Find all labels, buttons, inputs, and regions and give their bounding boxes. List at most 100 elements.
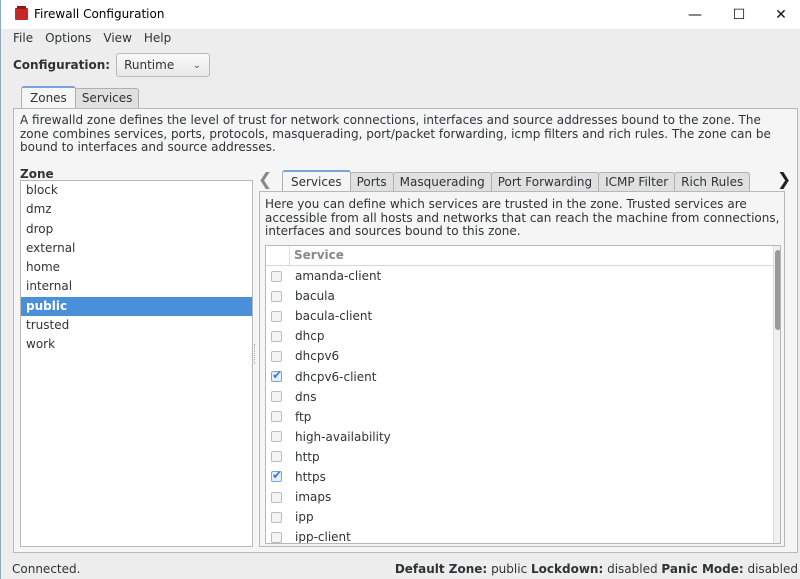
connection-status: Connected. — [12, 561, 81, 576]
service-name: dhcpv6-client — [295, 369, 377, 384]
status-bar: Connected. Default Zone: public Lockdown… — [1, 558, 800, 579]
service-name: amanda-client — [295, 269, 382, 284]
service-column-header[interactable]: Service — [266, 246, 780, 266]
configuration-value: Runtime — [124, 58, 175, 72]
zone-item-home[interactable]: home — [21, 258, 252, 277]
scrollbar-thumb[interactable] — [775, 250, 780, 330]
subtab-rich-rules[interactable]: Rich Rules — [674, 172, 751, 192]
subtab-icmp-filter[interactable]: ICMP Filter — [598, 172, 676, 192]
service-checkbox[interactable] — [271, 431, 282, 443]
tab-zones[interactable]: Zones — [21, 86, 76, 108]
service-checkbox[interactable] — [271, 391, 282, 403]
service-row[interactable]: bacula-client — [266, 306, 780, 326]
subtab-services[interactable]: Services — [282, 170, 351, 192]
service-row[interactable]: high-availability — [266, 427, 780, 447]
service-checkbox[interactable] — [271, 468, 282, 483]
zone-settings-tabs: Services Ports Masquerading Port Forward… — [282, 170, 751, 192]
firewall-config-window: Firewall Configuration — ☐ ✕ File Option… — [0, 0, 800, 579]
zone-item-block[interactable]: block — [21, 181, 252, 200]
service-row[interactable]: imaps — [266, 487, 780, 507]
chevron-left-icon[interactable]: ❮ — [258, 170, 272, 190]
services-scrollbar[interactable] — [773, 246, 780, 543]
service-name: bacula — [295, 289, 335, 304]
window-title: Firewall Configuration — [34, 7, 165, 21]
status-summary: Default Zone: public Lockdown: disabled … — [395, 562, 798, 576]
service-checkbox[interactable] — [271, 290, 282, 302]
service-name: dhcp — [295, 329, 325, 344]
firewall-app-icon — [15, 6, 28, 20]
lockdown-value: disabled — [607, 561, 658, 576]
zone-item-work[interactable]: work — [21, 335, 252, 354]
service-name: ipp-client — [295, 530, 351, 544]
zone-item-dmz[interactable]: dmz — [21, 200, 252, 219]
default-zone-label: Default Zone: — [394, 561, 488, 576]
service-checkbox[interactable] — [271, 330, 282, 342]
service-row[interactable]: bacula — [266, 286, 780, 306]
service-row[interactable]: amanda-client — [266, 266, 780, 286]
service-row[interactable]: http — [266, 447, 780, 467]
service-name: https — [295, 469, 326, 484]
service-row[interactable]: dns — [266, 387, 780, 407]
service-checkbox[interactable] — [271, 350, 282, 362]
service-name: dhcpv6 — [295, 349, 340, 364]
subtab-masquerading[interactable]: Masquerading — [392, 172, 492, 192]
service-row[interactable]: ipp-client — [266, 527, 780, 544]
service-row[interactable]: dhcpv6-client — [266, 366, 780, 386]
maximize-button[interactable]: ☐ — [717, 0, 761, 29]
menu-bar: File Options View Help — [1, 29, 177, 49]
service-name: imaps — [295, 490, 332, 505]
configuration-row: Configuration: Runtime ⌄ — [13, 53, 211, 77]
service-name: http — [295, 449, 320, 464]
main-tabs: Zones Services — [21, 86, 140, 108]
menu-help[interactable]: Help — [138, 29, 177, 49]
service-checkbox[interactable] — [271, 270, 282, 282]
minimize-button[interactable]: — — [673, 0, 717, 29]
service-name: bacula-client — [295, 309, 373, 324]
zone-item-trusted[interactable]: trusted — [21, 316, 252, 335]
service-checkbox[interactable] — [271, 411, 282, 423]
zone-list: block dmz drop external home internal pu… — [20, 180, 253, 547]
zones-panel: A firewalld zone defines the level of tr… — [13, 108, 798, 553]
service-checkbox[interactable] — [271, 310, 282, 322]
subtab-ports[interactable]: Ports — [349, 172, 394, 192]
service-row[interactable]: dhcpv6 — [266, 346, 780, 366]
close-button[interactable]: ✕ — [759, 0, 800, 29]
zone-list-label: Zone — [20, 167, 54, 181]
service-checkbox[interactable] — [271, 451, 282, 463]
service-name: ipp — [295, 510, 314, 525]
lockdown-label: Lockdown: — [531, 561, 604, 576]
default-zone-value: public — [491, 561, 528, 576]
menu-file[interactable]: File — [1, 29, 39, 49]
service-name: dns — [295, 389, 317, 404]
pane-splitter-handle[interactable] — [254, 344, 257, 364]
service-name: ftp — [295, 409, 312, 424]
service-checkbox[interactable] — [271, 531, 282, 543]
panic-mode-label: Panic Mode: — [661, 561, 744, 576]
zone-item-external[interactable]: external — [21, 239, 252, 258]
panic-mode-value: disabled — [747, 561, 798, 576]
service-row[interactable]: dhcp — [266, 326, 780, 346]
zones-description: A firewalld zone defines the level of tr… — [20, 113, 771, 154]
service-checkbox[interactable] — [271, 368, 282, 383]
service-row[interactable]: ipp — [266, 507, 780, 527]
title-bar: Firewall Configuration — ☐ ✕ — [1, 0, 800, 29]
zone-item-internal[interactable]: internal — [21, 277, 252, 296]
zone-item-public[interactable]: public — [21, 296, 252, 317]
configuration-label: Configuration: — [13, 58, 111, 72]
configuration-select[interactable]: Runtime ⌄ — [116, 53, 211, 77]
zone-item-drop[interactable]: drop — [21, 220, 252, 239]
tab-services[interactable]: Services — [74, 88, 140, 108]
subtab-port-forwarding[interactable]: Port Forwarding — [490, 172, 600, 192]
service-checkbox[interactable] — [271, 511, 282, 523]
service-row[interactable]: https — [266, 467, 780, 487]
services-list: Service amanda-client bacula bacula-client… — [265, 245, 781, 544]
service-checkbox[interactable] — [271, 491, 282, 503]
chevron-right-icon[interactable]: ❯ — [777, 170, 791, 190]
service-row[interactable]: ftp — [266, 407, 780, 427]
service-name: high-availability — [295, 429, 391, 444]
services-panel: Here you can define which services are t… — [259, 191, 785, 547]
menu-options[interactable]: Options — [39, 29, 97, 49]
menu-view[interactable]: View — [97, 29, 137, 49]
chevron-down-icon: ⌄ — [192, 59, 202, 71]
service-header-label: Service — [289, 246, 344, 265]
